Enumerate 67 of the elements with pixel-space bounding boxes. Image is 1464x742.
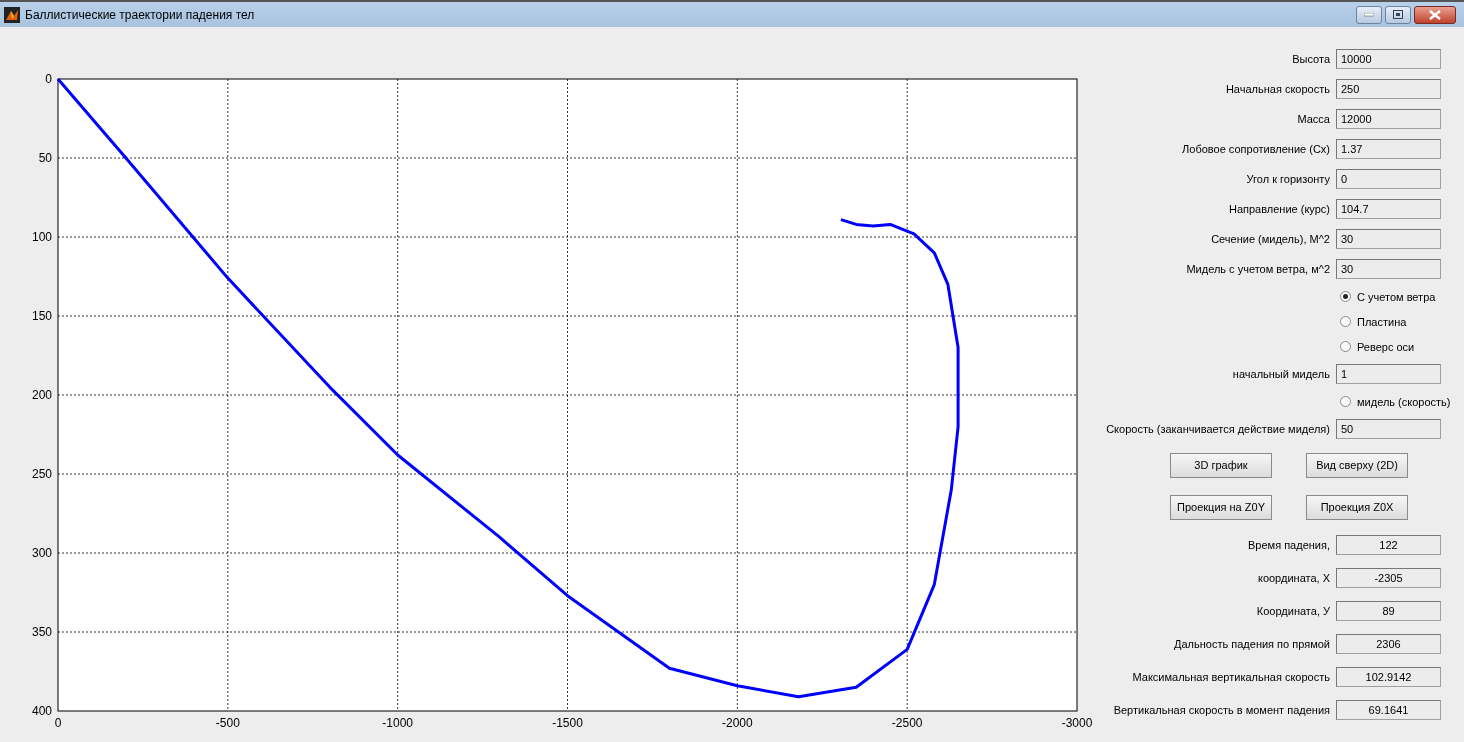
y-tick-label: 50 [38, 151, 52, 165]
y-tick-label: 250 [31, 467, 52, 481]
field-label: Вертикальная скорость в момент падения [1112, 703, 1330, 716]
app-icon [4, 6, 20, 23]
radio-label: Реверс оси [1357, 340, 1415, 353]
window-title: Баллистические траектории падения тел [25, 7, 255, 22]
minimize-icon [1364, 12, 1374, 17]
y-tick-label: 350 [31, 625, 52, 639]
input-field[interactable]: 30 [1336, 259, 1441, 279]
input-field[interactable]: 1 [1336, 364, 1441, 384]
field-label: Дальность падения по прямой [1173, 637, 1330, 650]
field-label: Угол к горизонту [1245, 173, 1330, 185]
field-label: Масса [1296, 113, 1330, 125]
input-field[interactable]: 1.37 [1336, 139, 1441, 159]
input-field[interactable]: 0 [1336, 169, 1441, 189]
field-label: Мидель с учетом ветра, м^2 [1185, 263, 1330, 275]
x-tick-label: 0 [54, 716, 62, 730]
field-label: Максимальная вертикальная скорость [1131, 670, 1330, 683]
radio-button[interactable] [1340, 341, 1351, 352]
radio-button[interactable] [1340, 291, 1351, 302]
restore-icon [1393, 10, 1403, 19]
input-field[interactable]: 104.7 [1336, 199, 1441, 219]
radio-label: мидель (скорость) [1357, 395, 1451, 408]
field-label: начальный мидель [1231, 368, 1330, 380]
y-tick-label: 0 [45, 72, 52, 86]
close-button[interactable] [1414, 5, 1456, 24]
result-field[interactable]: -2305 [1336, 567, 1441, 588]
y-tick-label: 100 [31, 230, 52, 244]
field-label: Скорость (заканчивается действие миделя) [1105, 423, 1330, 435]
push-button[interactable]: Проекция на Z0Y [1170, 494, 1272, 520]
y-tick-label: 150 [31, 309, 52, 323]
y-tick-label: 300 [31, 546, 52, 560]
input-field[interactable]: 50 [1336, 419, 1441, 439]
field-label: Высота [1291, 53, 1330, 65]
field-label: координата, X [1256, 571, 1330, 584]
field-label: Начальная скорость [1224, 83, 1330, 95]
field-label: Лобовое сопротивление (Cx) [1181, 143, 1330, 155]
result-field[interactable]: 2306 [1336, 633, 1441, 654]
push-button[interactable]: Проекция Z0X [1306, 494, 1408, 520]
close-icon [1429, 9, 1441, 20]
x-tick-label: -1000 [382, 716, 413, 730]
input-field[interactable]: 250 [1336, 79, 1441, 99]
field-label: Время падения, [1247, 538, 1330, 551]
result-field[interactable]: 122 [1336, 534, 1441, 555]
radio-button[interactable] [1340, 316, 1351, 327]
input-field[interactable]: 30 [1336, 229, 1441, 249]
y-tick-label: 200 [31, 388, 52, 402]
input-field[interactable]: 12000 [1336, 109, 1441, 129]
radio-button[interactable] [1340, 396, 1351, 407]
result-field[interactable]: 102.9142 [1336, 666, 1441, 687]
x-tick-label: -500 [215, 716, 240, 730]
x-tick-label: -2000 [722, 716, 753, 730]
field-label: Координата, У [1255, 604, 1330, 617]
x-tick-label: -1500 [552, 716, 583, 730]
x-tick-label: -3000 [1061, 716, 1093, 730]
radio-label: С учетом ветра [1357, 290, 1436, 303]
y-tick-label: 400 [31, 704, 52, 718]
field-label: Сечение (мидель), М^2 [1210, 233, 1330, 245]
result-field[interactable]: 69.1641 [1336, 699, 1441, 720]
result-field[interactable]: 89 [1336, 600, 1441, 621]
maximize-button[interactable] [1385, 5, 1411, 24]
push-button[interactable]: Вид сверху (2D) [1306, 452, 1408, 478]
x-tick-label: -2500 [891, 716, 923, 730]
push-button[interactable]: 3D график [1170, 452, 1272, 478]
input-field[interactable]: 10000 [1336, 49, 1441, 69]
field-label: Направление (курс) [1227, 203, 1330, 215]
radio-label: Пластина [1357, 315, 1407, 328]
